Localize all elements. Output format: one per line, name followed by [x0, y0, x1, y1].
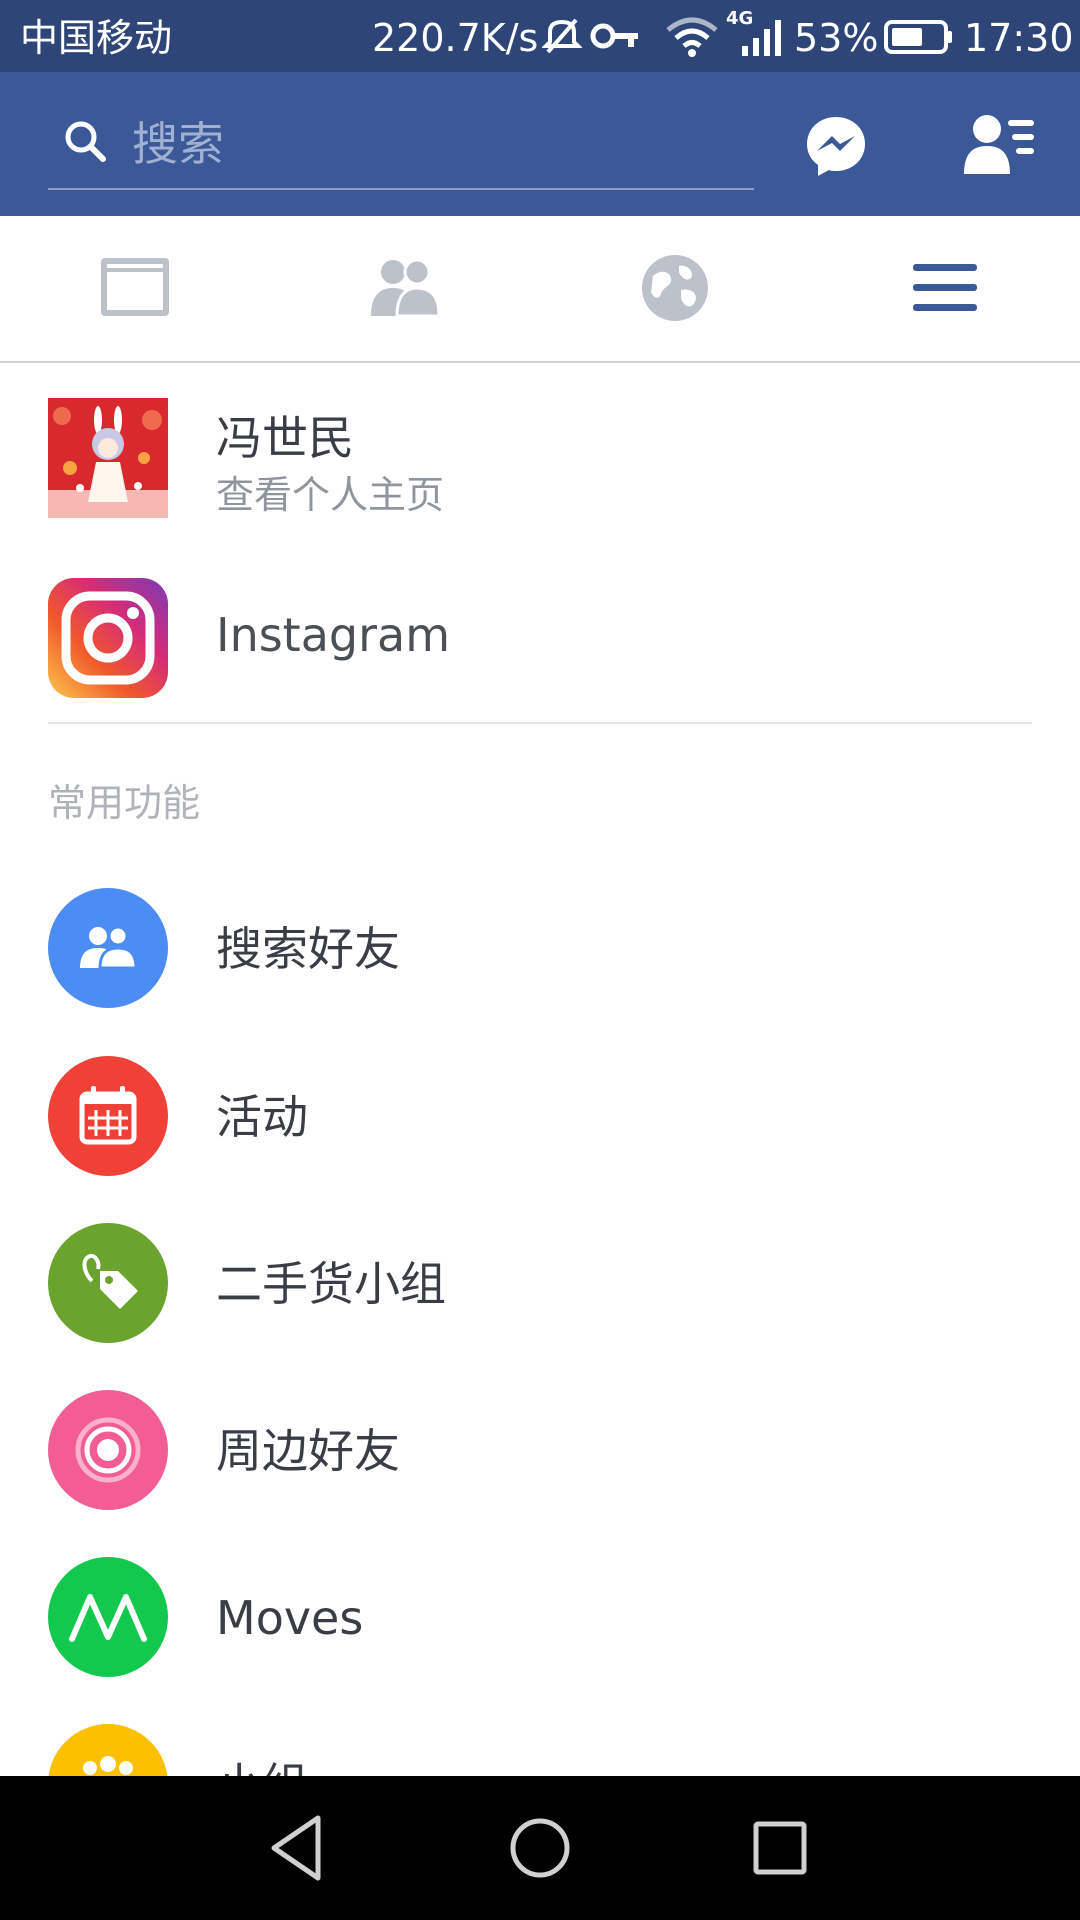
- tab-friends[interactable]: [270, 216, 540, 361]
- menu-icon: [913, 264, 977, 311]
- wifi-icon: [664, 14, 720, 62]
- menu-item-label: 二手货小组: [216, 1257, 446, 1311]
- search-icon: [62, 118, 108, 168]
- recents-icon: [753, 1821, 807, 1875]
- tab-bar: [0, 216, 1080, 363]
- search-input[interactable]: 搜索: [48, 102, 754, 190]
- menu-item-marketplace[interactable]: 二手货小组: [0, 1223, 1080, 1363]
- news-feed-icon: [101, 258, 169, 316]
- divider: [48, 722, 1032, 724]
- clock: 17:30: [964, 16, 1074, 60]
- menu-item-label: Moves: [216, 1591, 364, 1645]
- price-tag-icon: [48, 1223, 168, 1343]
- tab-notifications[interactable]: [540, 216, 810, 361]
- back-button[interactable]: [260, 1808, 340, 1888]
- status-bar: 中国移动 220.7K/s 4G 53% 17:30: [0, 0, 1080, 72]
- menu-item-label: 活动: [216, 1090, 308, 1144]
- instagram-icon: [48, 578, 168, 698]
- menu-item-moves[interactable]: Moves: [0, 1557, 1080, 1697]
- menu-item-nearby-friends[interactable]: 周边好友: [0, 1390, 1080, 1530]
- profile-row[interactable]: 冯世民 查看个人主页: [0, 398, 1080, 518]
- friends-icon: [371, 258, 441, 318]
- instagram-label: Instagram: [216, 608, 451, 662]
- battery-icon: [884, 20, 954, 58]
- carrier-label: 中国移动: [20, 16, 173, 60]
- avatar: [48, 398, 168, 518]
- calendar-icon: [48, 1056, 168, 1176]
- profile-subtitle: 查看个人主页: [216, 473, 445, 517]
- signal-icon: [740, 18, 784, 62]
- messenger-icon[interactable]: [804, 114, 868, 182]
- back-icon: [271, 1815, 321, 1881]
- menu-item-label: 周边好友: [216, 1424, 400, 1478]
- search-placeholder: 搜索: [132, 117, 224, 171]
- system-nav-bar: [0, 1776, 1080, 1920]
- home-button[interactable]: [500, 1808, 580, 1888]
- network-speed: 220.7K/s: [372, 16, 539, 60]
- nearby-icon: [48, 1390, 168, 1510]
- recents-button[interactable]: [740, 1808, 820, 1888]
- section-title: 常用功能: [48, 781, 201, 825]
- battery-percent: 53%: [794, 16, 879, 60]
- profile-name: 冯世民: [216, 411, 354, 465]
- moves-icon: [48, 1557, 168, 1677]
- instagram-row[interactable]: Instagram: [0, 578, 1080, 698]
- tab-menu[interactable]: [810, 216, 1080, 361]
- menu-item-find-friends[interactable]: 搜索好友: [0, 888, 1080, 1028]
- mute-icon: [541, 16, 583, 60]
- home-icon: [510, 1818, 570, 1878]
- vpn-key-icon: [590, 20, 640, 56]
- menu-item-events[interactable]: 活动: [0, 1056, 1080, 1196]
- menu-item-label: 搜索好友: [216, 922, 400, 976]
- globe-icon: [642, 255, 708, 321]
- tab-news-feed[interactable]: [0, 216, 270, 361]
- friend-requests-icon[interactable]: [962, 112, 1036, 182]
- app-header: 搜索: [0, 72, 1080, 216]
- find-friends-icon: [48, 888, 168, 1008]
